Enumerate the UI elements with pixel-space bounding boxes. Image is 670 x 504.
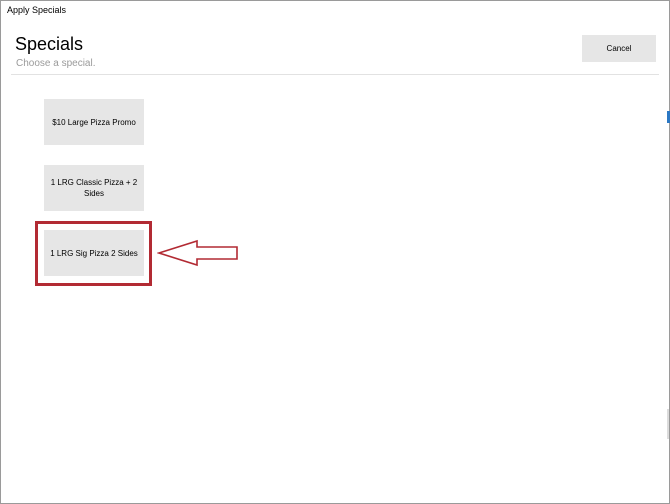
page-title: Specials: [15, 34, 84, 54]
header-divider: [11, 74, 659, 75]
special-button-10-large-pizza-promo[interactable]: $10 Large Pizza Promo: [44, 99, 144, 145]
left-arrow-icon: [157, 239, 238, 267]
cancel-button[interactable]: Cancel: [582, 35, 656, 62]
special-button-lrg-classic-pizza-2-sides[interactable]: 1 LRG Classic Pizza + 2 Sides: [44, 165, 144, 211]
titlebar: Apply Specials: [1, 1, 669, 21]
window-title: Apply Specials: [7, 5, 67, 15]
scrollbar-track[interactable]: [667, 409, 669, 439]
page-subtitle: Choose a special.: [16, 58, 96, 69]
apply-specials-window: Apply Specials Specials Choose a special…: [0, 0, 670, 504]
highlight-box: [35, 221, 152, 286]
